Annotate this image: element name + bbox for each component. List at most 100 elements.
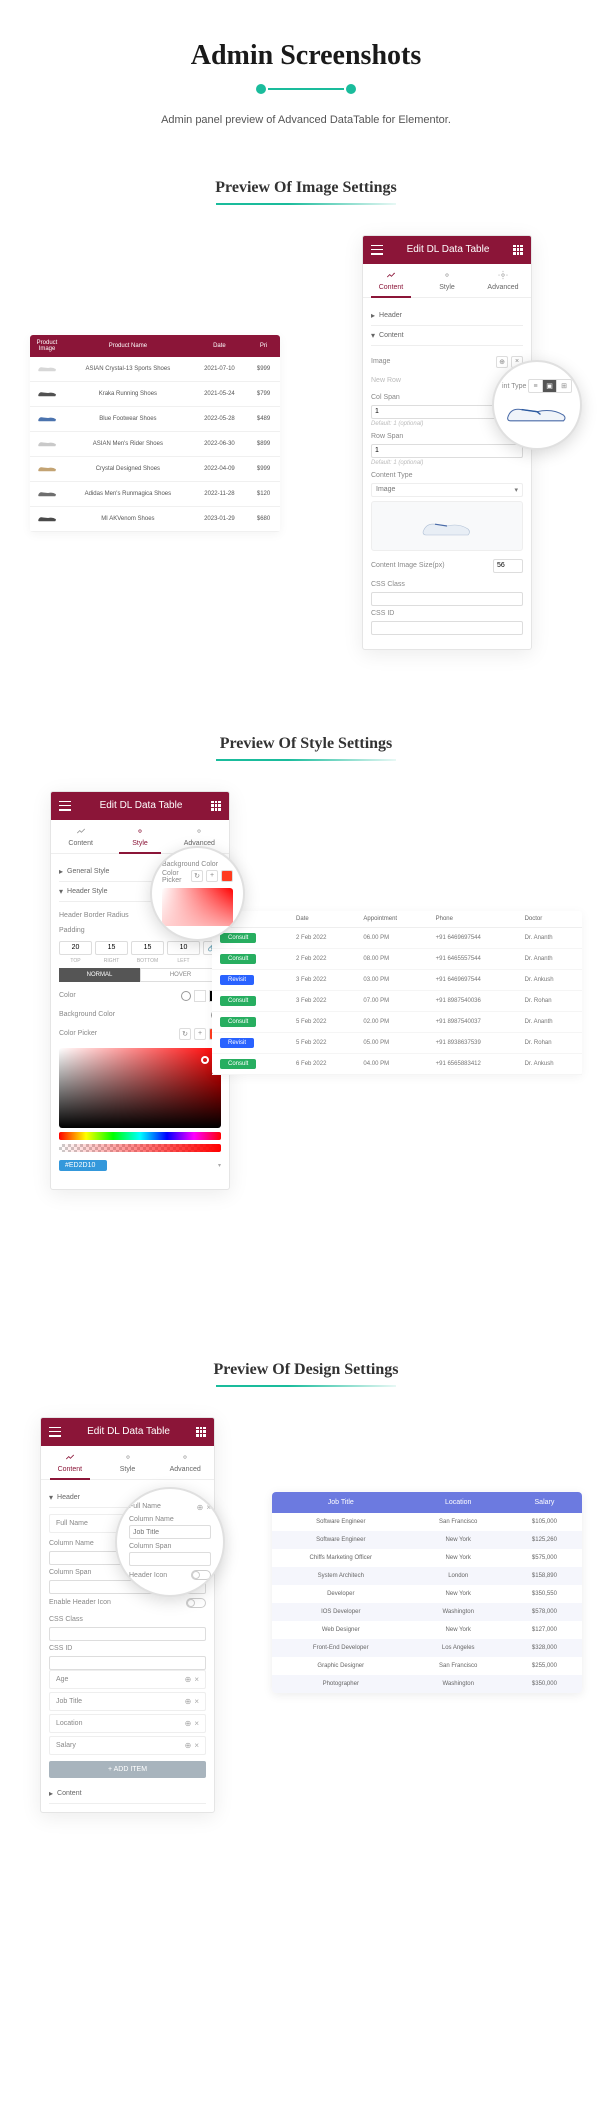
table-row: Kraka Running Shoes2021-05-24$799 bbox=[30, 381, 280, 406]
css-class-input-3[interactable] bbox=[49, 1627, 206, 1641]
editor-panel-image: Edit DL Data Table Content Style Advance… bbox=[362, 235, 532, 650]
css-id-label: CSS ID bbox=[371, 610, 523, 617]
css-id-input[interactable] bbox=[371, 621, 523, 635]
header-item-age[interactable]: Age⊕× bbox=[49, 1670, 206, 1689]
panel-title: Edit DL Data Table bbox=[100, 800, 183, 811]
table-row: Revisit5 Feb 202205.00 PM+91 8938637539D… bbox=[212, 1032, 582, 1053]
status-button[interactable]: Consult bbox=[220, 1017, 256, 1027]
css-id-input-3[interactable] bbox=[49, 1656, 206, 1670]
header-item-location[interactable]: Location⊕× bbox=[49, 1714, 206, 1733]
status-button[interactable]: Consult bbox=[220, 933, 256, 943]
padding-input[interactable] bbox=[59, 941, 92, 955]
table-header: Location bbox=[410, 1492, 507, 1513]
table-row: Consult6 Feb 202204.00 PM+91 6565883412D… bbox=[212, 1053, 582, 1074]
table-header: Date bbox=[288, 911, 355, 928]
header-icon-toggle[interactable] bbox=[186, 1598, 206, 1608]
tab-style[interactable]: Style bbox=[110, 820, 169, 853]
tab-content[interactable]: Content bbox=[51, 820, 110, 853]
hamburger-icon[interactable] bbox=[59, 801, 71, 811]
table-row: Front-End DeveloperLos Angeles$328,000 bbox=[272, 1639, 582, 1657]
css-class-input[interactable] bbox=[371, 592, 523, 606]
color-label: Color bbox=[59, 992, 181, 999]
bg-color-label: Background Color bbox=[59, 1011, 211, 1018]
table-row: Adidas Men's Runmagica Shoes2022-11-28$1… bbox=[30, 481, 280, 506]
status-button[interactable]: Revisit bbox=[220, 975, 254, 985]
hamburger-icon[interactable] bbox=[49, 1427, 61, 1437]
mag-label: int Type bbox=[502, 383, 526, 390]
main-title: Admin Screenshots bbox=[20, 40, 592, 72]
hamburger-icon[interactable] bbox=[371, 245, 383, 255]
normal-tab[interactable]: NORMAL bbox=[59, 968, 140, 982]
hex-input[interactable] bbox=[59, 1160, 107, 1171]
grid-icon[interactable] bbox=[211, 801, 221, 811]
padding-side-label: TOP bbox=[59, 958, 92, 964]
mag-colspan-input[interactable] bbox=[129, 1552, 211, 1566]
editor-panel-design: Edit DL Data Table Content Style Advance… bbox=[40, 1417, 215, 1813]
hue-slider[interactable] bbox=[59, 1132, 221, 1140]
status-button[interactable]: Consult bbox=[220, 1059, 256, 1069]
add-item-button[interactable]: + ADD ITEM bbox=[49, 1761, 206, 1778]
accordion-header[interactable]: ▸Header bbox=[371, 306, 523, 326]
enable-header-icon-label: Enable Header Icon bbox=[49, 1599, 186, 1606]
header-item-job[interactable]: Job Title⊕× bbox=[49, 1692, 206, 1711]
alignment-icons[interactable]: ≡▣⊞ bbox=[528, 379, 572, 393]
plus-icon[interactable]: + bbox=[194, 1028, 206, 1040]
table-row: Blue Footwear Shoes2022-05-28$489 bbox=[30, 406, 280, 431]
content-type-value[interactable]: Image bbox=[376, 486, 395, 493]
grid-icon[interactable] bbox=[513, 245, 523, 255]
mag-toggle[interactable] bbox=[191, 1570, 211, 1580]
status-button[interactable]: Revisit bbox=[220, 1038, 254, 1048]
tab-style[interactable]: Style bbox=[99, 1446, 157, 1479]
mag-colname-label: Column Name bbox=[129, 1516, 211, 1523]
table-row: PhotographerWashington$350,000 bbox=[272, 1675, 582, 1693]
status-button[interactable]: Consult bbox=[220, 954, 256, 964]
mag-header-icon-label: Header Icon bbox=[129, 1572, 167, 1579]
tab-content[interactable]: Content bbox=[41, 1446, 99, 1479]
content-type-label: Content Type bbox=[371, 472, 523, 479]
padding-input[interactable] bbox=[167, 941, 200, 955]
tab-advanced[interactable]: Advanced bbox=[156, 1446, 214, 1479]
appointment-table: DateAppointmentPhoneDoctor Consult2 Feb … bbox=[212, 911, 582, 1075]
accordion-content-3[interactable]: ▸Content bbox=[49, 1784, 206, 1804]
image-size-input[interactable] bbox=[493, 559, 523, 573]
table-header: Doctor bbox=[517, 911, 582, 928]
table-header: Job Title bbox=[272, 1492, 410, 1513]
new-row-label: New Row bbox=[371, 377, 503, 384]
mag-colname-input[interactable] bbox=[129, 1525, 211, 1539]
reset-icon[interactable]: ↻ bbox=[179, 1028, 191, 1040]
panel-title: Edit DL Data Table bbox=[407, 244, 490, 255]
tab-content[interactable]: Content bbox=[363, 264, 419, 297]
tab-advanced[interactable]: Advanced bbox=[475, 264, 531, 297]
table-row: Revisit3 Feb 202203.00 PM+91 6469697544D… bbox=[212, 969, 582, 990]
row-span-input[interactable] bbox=[371, 444, 523, 458]
subtitle: Admin panel preview of Advanced DataTabl… bbox=[156, 112, 456, 129]
css-class-label-3: CSS Class bbox=[49, 1616, 206, 1623]
color-swatch-white[interactable] bbox=[194, 990, 206, 1002]
section-title-style: Preview Of Style Settings bbox=[20, 735, 592, 753]
table-header: Product Name bbox=[64, 335, 192, 357]
mag-colspan-label: Column Span bbox=[129, 1543, 211, 1550]
alpha-slider[interactable] bbox=[59, 1144, 221, 1152]
table-row: Software EngineerNew York$125,260 bbox=[272, 1531, 582, 1549]
accordion-content[interactable]: ▾Content bbox=[371, 326, 523, 346]
row-span-label: Row Span bbox=[371, 433, 523, 440]
globe-icon[interactable] bbox=[181, 991, 191, 1001]
default-hint-2: Default: 1 (optional) bbox=[371, 460, 523, 466]
table-header: Phone bbox=[428, 911, 517, 928]
color-picker-canvas[interactable] bbox=[59, 1048, 221, 1128]
hover-tab[interactable]: HOVER bbox=[140, 968, 221, 982]
section-title-design: Preview Of Design Settings bbox=[20, 1361, 592, 1379]
grid-icon[interactable] bbox=[196, 1427, 206, 1437]
color-picker-label: Color Picker bbox=[59, 1030, 179, 1037]
table-header: Date bbox=[192, 335, 247, 357]
table-row: Consult2 Feb 202206.00 PM+91 6469697544D… bbox=[212, 927, 582, 948]
table-row: Consult3 Feb 202207.00 PM+91 8987540036D… bbox=[212, 990, 582, 1011]
tab-style[interactable]: Style bbox=[419, 264, 475, 297]
padding-input[interactable] bbox=[131, 941, 164, 955]
magnifier-design: Full Name⊕× Column Name Column Span Head… bbox=[115, 1487, 225, 1597]
image-preview[interactable] bbox=[371, 501, 523, 551]
padding-input[interactable] bbox=[95, 941, 128, 955]
header-item-salary[interactable]: Salary⊕× bbox=[49, 1736, 206, 1755]
status-button[interactable]: Consult bbox=[220, 996, 256, 1006]
copy-icon[interactable]: ⊕ bbox=[496, 356, 508, 368]
